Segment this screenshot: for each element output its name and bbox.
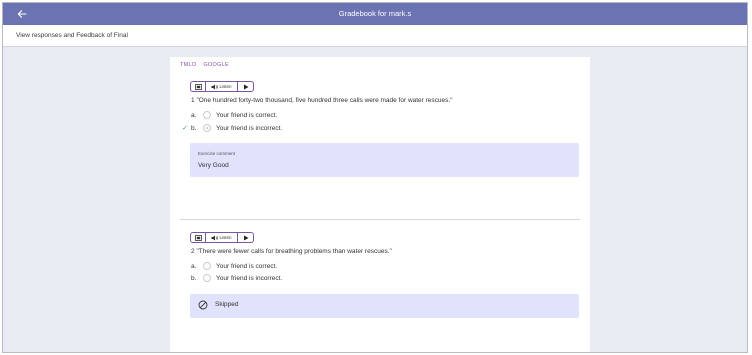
option-text: Your friend is incorrect. bbox=[216, 125, 283, 132]
reader-icon bbox=[194, 234, 202, 241]
question-statement: "One hundred forty-two thousand, five hu… bbox=[196, 97, 453, 104]
question-number: 1 bbox=[191, 97, 195, 104]
question-number: 2 bbox=[191, 248, 195, 255]
play-icon bbox=[243, 235, 248, 240]
comment-label: Exercise comment bbox=[198, 151, 236, 156]
play-button[interactable] bbox=[238, 233, 253, 242]
question-divider bbox=[180, 219, 580, 220]
listen-label: Listen bbox=[219, 235, 232, 240]
play-icon bbox=[243, 84, 248, 89]
subheader-text: View responses and Feedback of Final bbox=[16, 32, 128, 39]
comment-text: Very Good bbox=[198, 162, 229, 169]
listen-label: Listen bbox=[219, 84, 232, 89]
speaker-icon bbox=[211, 84, 219, 89]
responses-card: TMLO GOOGLE Listen 1 "One hundred forty-… bbox=[170, 57, 590, 352]
text-to-speech-toolbar: Listen bbox=[190, 81, 254, 92]
prohibited-icon bbox=[198, 300, 208, 310]
app-window: Gradebook for mark.s View responses and … bbox=[2, 2, 748, 353]
question-text: 1 "One hundred forty-two thousand, five … bbox=[191, 97, 453, 104]
option-letter: b. bbox=[191, 125, 197, 132]
radio-button[interactable] bbox=[203, 111, 211, 119]
tag: GOOGLE bbox=[203, 62, 229, 68]
option-letter: b. bbox=[191, 275, 197, 282]
skipped-label: Skipped bbox=[215, 301, 239, 308]
reader-button[interactable] bbox=[191, 82, 206, 91]
tag: TMLO bbox=[180, 62, 197, 68]
skipped-status-box: Skipped bbox=[190, 294, 579, 318]
tag-list: TMLO GOOGLE bbox=[180, 62, 234, 68]
reader-icon bbox=[194, 83, 202, 90]
radio-button[interactable] bbox=[203, 262, 211, 270]
text-to-speech-toolbar: Listen bbox=[190, 232, 254, 243]
option-text: Your friend is incorrect. bbox=[216, 275, 283, 282]
radio-button[interactable] bbox=[203, 274, 211, 282]
speaker-icon bbox=[211, 235, 219, 240]
option-letter: a. bbox=[191, 263, 197, 270]
page-title: Gradebook for mark.s bbox=[338, 9, 412, 18]
correct-check-icon: ✓ bbox=[182, 125, 188, 132]
radio-button-selected[interactable] bbox=[203, 124, 211, 132]
top-bar: Gradebook for mark.s bbox=[3, 3, 747, 25]
play-button[interactable] bbox=[238, 82, 253, 91]
option-text: Your friend is correct. bbox=[216, 112, 278, 119]
subheader: View responses and Feedback of Final bbox=[3, 25, 747, 47]
exercise-comment-box: Exercise comment Very Good bbox=[190, 143, 579, 177]
listen-button[interactable]: Listen bbox=[206, 233, 238, 242]
question-statement: "There were fewer calls for breathing pr… bbox=[196, 248, 392, 255]
question-text: 2 "There were fewer calls for breathing … bbox=[191, 248, 392, 255]
listen-button[interactable]: Listen bbox=[206, 82, 238, 91]
option-text: Your friend is correct. bbox=[216, 263, 278, 270]
option-letter: a. bbox=[191, 112, 197, 119]
reader-button[interactable] bbox=[191, 233, 206, 242]
